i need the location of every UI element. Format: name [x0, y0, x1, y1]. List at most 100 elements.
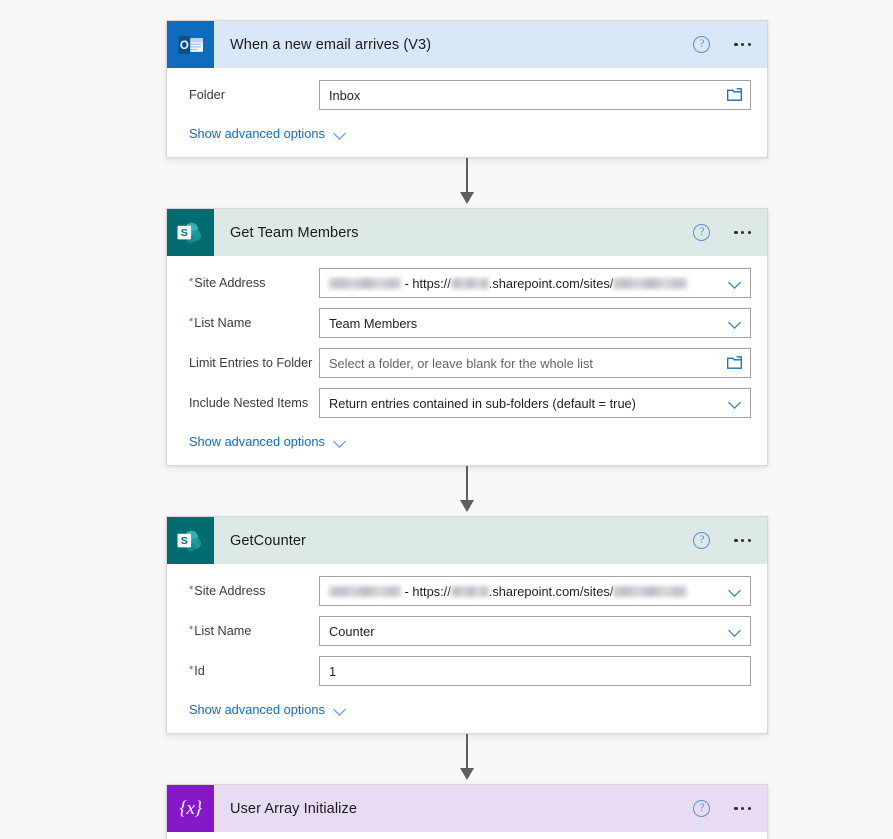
- flow-step-card-when-a-new-email-arrives[interactable]: O When a new email arrives (V3) ? Folder…: [166, 20, 768, 158]
- card-title: User Array Initialize: [230, 800, 357, 817]
- more-options-icon[interactable]: [732, 225, 753, 240]
- card-body-get-team-members: *Site Address - https://.sharepoint.com/…: [167, 256, 767, 465]
- redacted-site-name: [329, 585, 401, 597]
- chevron-down-icon[interactable]: [730, 277, 741, 288]
- help-icon[interactable]: ?: [693, 224, 711, 241]
- field-value: Return entries contained in sub-folders …: [329, 395, 636, 411]
- show-advanced-options-link[interactable]: Show advanced options: [179, 696, 347, 733]
- connector-line: [466, 466, 468, 502]
- field-row-list-name: *List Name Counter: [179, 616, 751, 646]
- chevron-down-icon: [334, 706, 347, 714]
- field-row-site-address: *Site Address - https://.sharepoint.com/…: [179, 268, 751, 298]
- help-icon[interactable]: ?: [693, 800, 711, 817]
- field-row-id: *Id 1: [179, 656, 751, 686]
- field-row-list-name: *List Name Team Members: [179, 308, 751, 338]
- connector-arrowhead: [460, 500, 474, 512]
- field-input-site-address[interactable]: - https://.sharepoint.com/sites/: [319, 268, 751, 298]
- field-label-folder: Folder: [189, 88, 225, 102]
- flow-step-list: O When a new email arrives (V3) ? Folder…: [166, 20, 768, 839]
- field-row-folder: Folder Inbox: [179, 80, 751, 110]
- show-advanced-options-link[interactable]: Show advanced options: [179, 428, 347, 465]
- show-advanced-options-label: Show advanced options: [189, 126, 325, 141]
- field-label-list-name: *List Name: [189, 624, 252, 638]
- card-body-user-array-initialize: *Name Team Members: [167, 832, 767, 839]
- variables-icon: {x}: [167, 785, 214, 832]
- site-address-value: - https://.sharepoint.com/sites/: [329, 276, 688, 291]
- card-header-actions: ?: [693, 517, 753, 564]
- show-advanced-options-link[interactable]: Show advanced options: [179, 120, 347, 157]
- flow-step-card-getcounter[interactable]: S GetCounter ? *Site Address - https://.…: [166, 516, 768, 734]
- chevron-down-icon[interactable]: [730, 397, 741, 408]
- field-label-limit-entries-to-folder: Limit Entries to Folder: [189, 356, 313, 370]
- show-advanced-options-label: Show advanced options: [189, 702, 325, 717]
- required-indicator: *: [189, 624, 194, 636]
- card-title: When a new email arrives (V3): [230, 36, 432, 53]
- folder-picker-icon[interactable]: [727, 88, 742, 101]
- folder-picker-icon[interactable]: [727, 356, 742, 369]
- svg-text:O: O: [179, 40, 188, 52]
- card-title: Get Team Members: [230, 224, 359, 241]
- outlook-icon: O: [167, 21, 214, 68]
- chevron-down-icon[interactable]: [730, 625, 741, 636]
- redacted-tenant: [450, 585, 489, 597]
- card-header-actions: ?: [693, 785, 753, 832]
- chevron-down-icon[interactable]: [730, 317, 741, 328]
- field-value: Counter: [329, 623, 375, 639]
- required-indicator: *: [189, 584, 194, 596]
- field-input-limit-entries-to-folder[interactable]: Select a folder, or leave blank for the …: [319, 348, 751, 378]
- site-address-value: - https://.sharepoint.com/sites/: [329, 584, 688, 599]
- connector-line: [466, 158, 468, 194]
- required-indicator: *: [189, 664, 194, 676]
- field-label-include-nested-items: Include Nested Items: [189, 396, 309, 410]
- sharepoint-icon: S: [167, 209, 214, 256]
- svg-text:S: S: [181, 227, 188, 239]
- card-header-actions: ?: [693, 21, 753, 68]
- card-header-actions: ?: [693, 209, 753, 256]
- card-header-getcounter[interactable]: S GetCounter ?: [167, 517, 767, 564]
- flow-connector-arrow: [166, 734, 768, 784]
- flow-connector-arrow: [166, 158, 768, 208]
- connector-arrowhead: [460, 192, 474, 204]
- card-header-when-a-new-email-arrives[interactable]: O When a new email arrives (V3) ?: [167, 21, 767, 68]
- field-input-folder[interactable]: Inbox: [319, 80, 751, 110]
- redacted-site-path: [613, 585, 688, 597]
- show-advanced-options-label: Show advanced options: [189, 434, 325, 449]
- field-value: Select a folder, or leave blank for the …: [329, 355, 593, 371]
- field-row-limit-entries-to-folder: Limit Entries to Folder Select a folder,…: [179, 348, 751, 378]
- help-icon[interactable]: ?: [693, 36, 711, 53]
- connector-arrowhead: [460, 768, 474, 780]
- flow-step-card-user-array-initialize[interactable]: {x} User Array Initialize ? *Name Team M…: [166, 784, 768, 839]
- svg-text:S: S: [181, 535, 188, 547]
- field-label-site-address: *Site Address: [189, 584, 266, 598]
- required-indicator: *: [189, 276, 194, 288]
- sharepoint-icon: S: [167, 517, 214, 564]
- redacted-tenant: [450, 277, 489, 289]
- field-value: Inbox: [329, 87, 361, 103]
- chevron-down-icon: [334, 438, 347, 446]
- flow-connector-arrow: [166, 466, 768, 516]
- field-input-list-name[interactable]: Team Members: [319, 308, 751, 338]
- redacted-site-name: [329, 277, 401, 289]
- card-body-when-a-new-email-arrives: Folder Inbox Show advanced options: [167, 68, 767, 157]
- more-options-icon[interactable]: [732, 801, 753, 816]
- field-label-list-name: *List Name: [189, 316, 252, 330]
- field-value: Team Members: [329, 315, 418, 331]
- connector-line: [466, 734, 468, 770]
- field-value: 1: [329, 663, 337, 679]
- flow-step-card-get-team-members[interactable]: S Get Team Members ? *Site Address - htt…: [166, 208, 768, 466]
- field-input-site-address[interactable]: - https://.sharepoint.com/sites/: [319, 576, 751, 606]
- card-title: GetCounter: [230, 532, 306, 549]
- card-header-user-array-initialize[interactable]: {x} User Array Initialize ?: [167, 785, 767, 832]
- field-label-id: *Id: [189, 664, 205, 678]
- field-input-include-nested-items[interactable]: Return entries contained in sub-folders …: [319, 388, 751, 418]
- help-icon[interactable]: ?: [693, 532, 711, 549]
- field-input-list-name[interactable]: Counter: [319, 616, 751, 646]
- chevron-down-icon[interactable]: [730, 585, 741, 596]
- more-options-icon[interactable]: [732, 37, 753, 52]
- card-header-get-team-members[interactable]: S Get Team Members ?: [167, 209, 767, 256]
- redacted-site-path: [613, 277, 688, 289]
- field-input-id[interactable]: 1: [319, 656, 751, 686]
- more-options-icon[interactable]: [732, 533, 753, 548]
- field-row-include-nested-items: Include Nested Items Return entries cont…: [179, 388, 751, 418]
- card-body-getcounter: *Site Address - https://.sharepoint.com/…: [167, 564, 767, 733]
